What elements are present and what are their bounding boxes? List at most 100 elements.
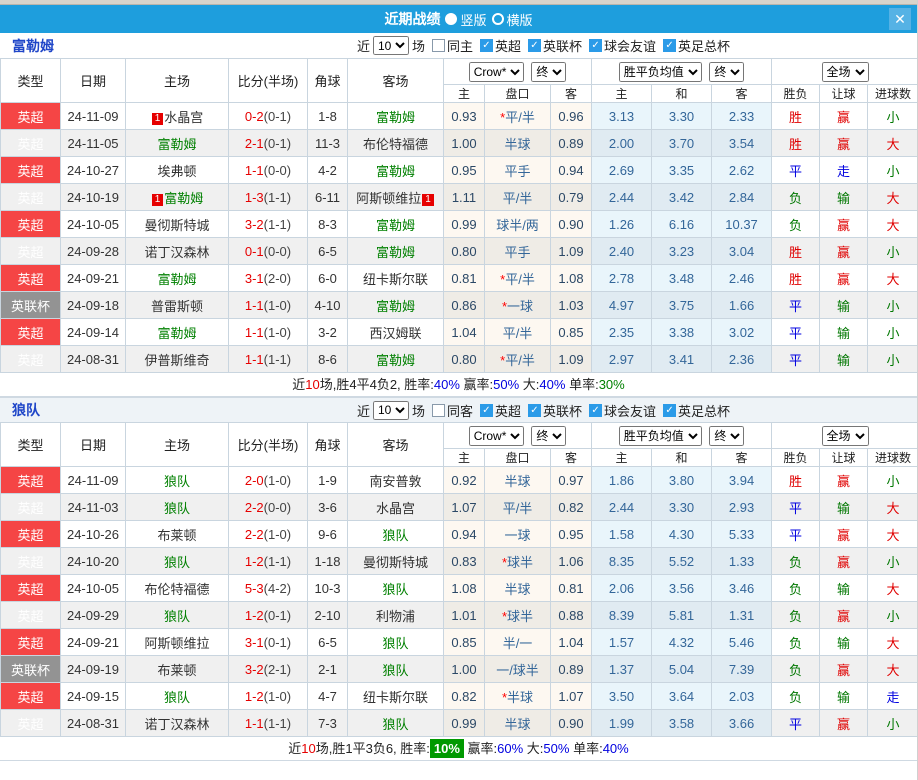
mean-final-select[interactable]: 终 (709, 61, 745, 82)
mean-home-cell: 2.00 (591, 129, 653, 157)
mean-home-cell: 2.78 (591, 264, 653, 292)
league-facup-label[interactable]: 英足总杯 (678, 401, 730, 420)
red-card-badge: 1 (151, 193, 164, 206)
corner-cell: 3-2 (307, 318, 348, 346)
league-friendly-label[interactable]: 球会友谊 (604, 36, 656, 55)
dialog-title: 近期战绩 (384, 11, 441, 27)
match-date: 24-10-26 (60, 520, 126, 548)
match-row: 英联杯 24-09-18 普雷斯顿 1-1(1-0) 4-10 富勒姆 0.86 *一球 1.0… (0, 291, 917, 319)
league-facup-checkbox[interactable]: ✓ (663, 403, 677, 417)
match-count-select[interactable]: 10 (372, 36, 409, 55)
mean-draw-cell: 3.75 (651, 291, 713, 319)
handicap-result-cell: 赢 (819, 466, 869, 494)
home-team-cell: 1 水晶宫 (125, 102, 229, 130)
away-odds-cell: 1.09 (549, 237, 593, 265)
home-odds-cell: 0.94 (443, 520, 485, 548)
away-team-cell: 狼队 (347, 709, 444, 737)
away-team-name: 布伦特福德 (362, 136, 428, 152)
match-date: 24-09-21 (60, 628, 126, 656)
away-team-name: 纽卡斯尔联 (362, 271, 428, 287)
mean-select[interactable]: 胜平负均值 (618, 425, 702, 446)
halftime-score: (1-1) (263, 189, 292, 205)
goals-result-cell: 大 (867, 129, 917, 157)
bookmaker-select[interactable]: Crow* (468, 61, 524, 82)
goals-result-cell: 小 (867, 102, 917, 130)
league-epl-label[interactable]: 英超 (495, 36, 521, 55)
fullmatch-select[interactable]: 全场 (821, 425, 869, 446)
mean-home-cell: 1.57 (591, 628, 653, 656)
col-mean-away: 客 (711, 448, 773, 467)
league-friendly-label[interactable]: 球会友谊 (604, 401, 656, 420)
league-eflcup-checkbox[interactable]: ✓ (528, 39, 541, 52)
handicap-cell: 一/球半 (484, 655, 551, 683)
away-team-cell: 利物浦 (347, 601, 444, 629)
final-odds-select[interactable]: 终 (531, 61, 567, 82)
away-odds-cell: 0.88 (549, 601, 593, 629)
col-mean-draw: 和 (651, 84, 713, 103)
league-eflcup-checkbox[interactable]: ✓ (528, 403, 541, 417)
close-button[interactable]: ✕ (889, 8, 911, 30)
fulltime-score: 1-1 (244, 162, 264, 178)
team-name: 狼队 (12, 402, 40, 418)
league-epl-checkbox[interactable]: ✓ (479, 403, 493, 417)
winloss-result-cell: 平 (771, 291, 821, 319)
away-team-cell: 南安普敦 (347, 466, 444, 494)
score-cell: 2-1(0-1) (228, 129, 308, 157)
col-mean-home: 主 (591, 84, 653, 103)
league-badge: 英超 (0, 237, 61, 265)
col-type: 类型 (0, 422, 61, 467)
summary-text: 40% (539, 377, 566, 392)
winloss-result-cell: 负 (771, 183, 821, 211)
away-odds-cell: 1.03 (549, 291, 593, 319)
near-label: 近 (356, 39, 370, 54)
league-eflcup-label[interactable]: 英联杯 (543, 401, 582, 420)
match-date: 24-09-28 (60, 237, 126, 265)
mean-final-select[interactable]: 终 (709, 425, 745, 446)
mean-odds-group: 胜平负均值 终 (591, 422, 773, 449)
mean-away-cell: 3.94 (711, 466, 773, 494)
goals-result-cell: 大 (867, 628, 917, 656)
mean-select[interactable]: 胜平负均值 (618, 61, 702, 82)
horizontal-layout-label[interactable]: 横版 (507, 10, 533, 29)
home-odds-cell: 0.93 (443, 102, 485, 130)
away-odds-cell: 0.96 (549, 102, 593, 130)
mean-away-cell: 3.04 (711, 237, 773, 265)
bookmaker-select[interactable]: Crow* (468, 425, 524, 446)
final-odds-select[interactable]: 终 (531, 425, 567, 446)
league-eflcup-label[interactable]: 英联杯 (543, 36, 582, 55)
col-crown-home: 主 (443, 448, 485, 467)
mean-away-cell: 2.93 (711, 493, 773, 521)
corner-cell: 7-3 (307, 709, 348, 737)
home-team-name: 富勒姆 (164, 190, 204, 206)
results-table-wolves: 类型 日期 主场 比分(半场) 角球 客场 Crow* 终 胜平负均值 终 全场… (0, 422, 917, 737)
same-away-checkbox[interactable] (431, 403, 445, 417)
away-team-cell: 富勒姆 (347, 291, 444, 319)
league-epl-checkbox[interactable]: ✓ (479, 39, 493, 52)
league-friendly-checkbox[interactable]: ✓ (589, 403, 603, 417)
vertical-layout-label[interactable]: 竖版 (460, 10, 486, 29)
mean-home-cell: 1.86 (591, 466, 653, 494)
fulltime-score: 1-2 (244, 607, 264, 623)
away-team-name: 纽卡斯尔联 (362, 689, 428, 705)
away-team-cell: 富勒姆 (347, 237, 444, 265)
league-facup-label[interactable]: 英足总杯 (678, 36, 730, 55)
handicap-cell: 半球 (484, 709, 551, 737)
handicap-result-cell: 输 (819, 318, 869, 346)
match-count-select[interactable]: 10 (372, 400, 409, 420)
vertical-layout-radio[interactable] (445, 13, 458, 25)
league-friendly-checkbox[interactable]: ✓ (589, 39, 603, 52)
goals-result-cell: 小 (867, 237, 917, 265)
fullmatch-select[interactable]: 全场 (821, 61, 869, 82)
mean-away-cell: 1.33 (711, 547, 773, 575)
home-team-cell: 狼队 (125, 466, 229, 494)
same-away-label[interactable]: 同客 (447, 401, 473, 420)
same-home-checkbox[interactable] (431, 39, 445, 52)
fulltime-score: 0-1 (244, 243, 264, 259)
match-row: 英超 24-09-15 狼队 1-2(1-0) 4-7 纽卡斯尔联 0.82 *半球 1.07 3… (0, 682, 917, 710)
horizontal-layout-radio[interactable] (491, 13, 504, 25)
mean-draw-cell: 5.81 (651, 601, 713, 629)
same-home-label[interactable]: 同主 (447, 36, 473, 55)
league-facup-checkbox[interactable]: ✓ (663, 39, 677, 52)
league-epl-label[interactable]: 英超 (495, 401, 521, 420)
away-team-name: 富勒姆 (375, 163, 415, 179)
